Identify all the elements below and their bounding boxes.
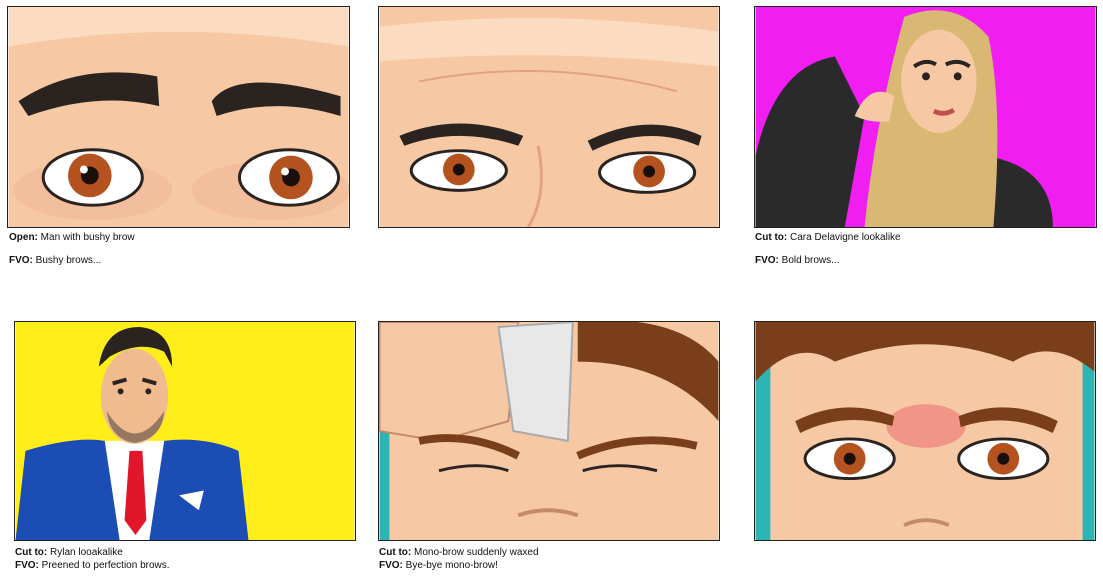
caption-panel-3-line-2: FVO: Bold brows... <box>755 255 840 266</box>
bushy-brow-illustration <box>8 7 349 227</box>
storyboard-panel-4 <box>14 321 356 541</box>
cara-lookalike-illustration <box>755 7 1096 227</box>
storyboard-panel-1 <box>7 6 350 228</box>
caption-panel-5-line-1: Cut to: Mono-brow suddenly waxed <box>379 547 539 558</box>
caption-panel-5-line-2: FVO: Bye-bye mono-brow! <box>379 560 498 571</box>
caption-panel-4-line-1: Cut to: Rylan looakalike <box>15 547 123 558</box>
caption-panel-4-line-2: FVO: Preened to perfection brows. <box>15 560 170 571</box>
storyboard-panel-3 <box>754 6 1097 228</box>
monobrow-waxed-illustration <box>379 322 719 540</box>
rylan-lookalike-illustration <box>15 322 355 540</box>
caption-panel-3-line-1: Cut to: Cara Delavigne lookalike <box>755 232 901 243</box>
furrowed-brow-illustration <box>379 7 719 227</box>
caption-panel-1-line-2: FVO: Bushy brows... <box>9 255 102 266</box>
storyboard-panel-5 <box>378 321 720 541</box>
storyboard-panel-2 <box>378 6 720 228</box>
caption-panel-1-line-1: Open: Man with bushy brow <box>9 232 135 243</box>
storyboard-panel-6 <box>754 321 1096 541</box>
red-patch-illustration <box>755 322 1095 540</box>
